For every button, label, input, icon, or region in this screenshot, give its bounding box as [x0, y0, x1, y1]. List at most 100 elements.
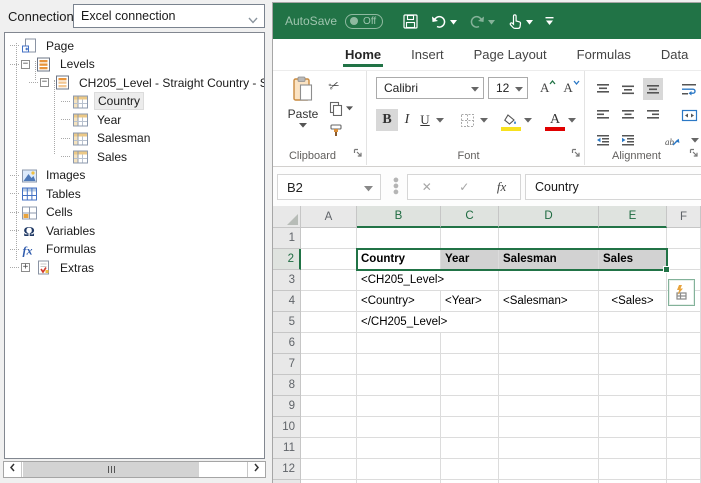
- cell-E9[interactable]: [599, 396, 667, 417]
- cell-C6[interactable]: [441, 333, 499, 354]
- formula-bar-splitter[interactable]: ● ● ●: [392, 175, 400, 198]
- tree-horizontal-scrollbar[interactable]: [3, 461, 266, 478]
- wrap-text-button[interactable]: [676, 78, 701, 100]
- cell-E7[interactable]: [599, 354, 667, 375]
- row-header-2[interactable]: 2: [273, 249, 301, 270]
- cell-D3[interactable]: [499, 270, 599, 291]
- paste-button[interactable]: Paste: [281, 76, 325, 146]
- scrollbar-thumb[interactable]: [23, 462, 199, 477]
- cell-A12[interactable]: [301, 459, 357, 480]
- cell-B8[interactable]: [357, 375, 441, 396]
- cell-F1[interactable]: [667, 228, 701, 249]
- tree-item-variables[interactable]: Ω Variables: [5, 221, 264, 240]
- tree-item-extras[interactable]: + Extras: [5, 258, 264, 277]
- cell-A3[interactable]: [301, 270, 357, 291]
- cell-D9[interactable]: [499, 396, 599, 417]
- cell-A9[interactable]: [301, 396, 357, 417]
- cell-A11[interactable]: [301, 438, 357, 459]
- cell-C9[interactable]: [441, 396, 499, 417]
- undo-button[interactable]: [426, 12, 462, 31]
- tab-home[interactable]: Home: [343, 41, 384, 70]
- font-name-select[interactable]: Calibri: [376, 77, 484, 99]
- quick-analysis-button[interactable]: [668, 279, 695, 306]
- tree-item-images[interactable]: Images: [5, 166, 264, 185]
- row-header-1[interactable]: 1: [273, 228, 301, 249]
- name-box[interactable]: B2: [277, 174, 381, 200]
- fill-handle[interactable]: [663, 266, 670, 273]
- cell-B10[interactable]: [357, 417, 441, 438]
- cell-D5[interactable]: [499, 312, 599, 333]
- row-header-5[interactable]: 5: [273, 312, 301, 333]
- row-header-3[interactable]: 3: [273, 270, 301, 291]
- cell-E10[interactable]: [599, 417, 667, 438]
- cell-E11[interactable]: [599, 438, 667, 459]
- formula-bar-input[interactable]: Country: [525, 174, 701, 200]
- select-all-corner[interactable]: [273, 206, 301, 228]
- italic-button[interactable]: I: [398, 109, 416, 131]
- merge-center-button[interactable]: [676, 104, 701, 126]
- cell-B4[interactable]: <Country>: [357, 291, 441, 312]
- cell-B7[interactable]: [357, 354, 441, 375]
- cell-D4[interactable]: <Salesman>: [499, 291, 599, 312]
- cell-F6[interactable]: [667, 333, 701, 354]
- tab-data[interactable]: Data: [659, 41, 690, 70]
- cell-E2[interactable]: Sales: [599, 249, 667, 270]
- bold-button[interactable]: B: [376, 109, 398, 131]
- cell-F11[interactable]: [667, 438, 701, 459]
- fill-color-button[interactable]: [500, 109, 522, 131]
- cell-B9[interactable]: [357, 396, 441, 417]
- underline-button[interactable]: U: [416, 109, 434, 131]
- connection-select[interactable]: Excel connection: [73, 4, 265, 28]
- format-painter-button[interactable]: [329, 123, 353, 138]
- customize-quick-access-toolbar-button[interactable]: [540, 14, 559, 28]
- cell-A7[interactable]: [301, 354, 357, 375]
- borders-button[interactable]: [456, 109, 478, 131]
- cell-A10[interactable]: [301, 417, 357, 438]
- cell-B6[interactable]: [357, 333, 441, 354]
- cell-C2[interactable]: Year: [441, 249, 499, 270]
- cell-A5[interactable]: [301, 312, 357, 333]
- cell-A2[interactable]: [301, 249, 357, 270]
- row-header-4[interactable]: 4: [273, 291, 301, 312]
- cell-E8[interactable]: [599, 375, 667, 396]
- column-header-B[interactable]: B: [357, 206, 441, 228]
- column-header-A[interactable]: A: [301, 206, 357, 228]
- cell-B11[interactable]: [357, 438, 441, 459]
- cell-D12[interactable]: [499, 459, 599, 480]
- alignment-dialog-launcher[interactable]: [689, 147, 699, 161]
- increase-font-size-button[interactable]: A: [540, 77, 556, 99]
- cell-E3[interactable]: [599, 270, 667, 291]
- cell-C8[interactable]: [441, 375, 499, 396]
- cell-C12[interactable]: [441, 459, 499, 480]
- decrease-font-size-button[interactable]: A: [563, 77, 580, 99]
- font-color-caret[interactable]: [566, 109, 578, 131]
- copy-button[interactable]: [329, 101, 353, 116]
- clipboard-dialog-launcher[interactable]: [353, 147, 363, 161]
- tab-formulas[interactable]: Formulas: [575, 41, 633, 70]
- fill-color-caret[interactable]: [522, 109, 534, 131]
- row-header-11[interactable]: 11: [273, 438, 301, 459]
- cell-C1[interactable]: [441, 228, 499, 249]
- cancel-button[interactable]: ✕: [422, 180, 432, 194]
- cell-A4[interactable]: [301, 291, 357, 312]
- scrollbar-track[interactable]: [22, 462, 247, 477]
- font-size-select[interactable]: 12: [488, 77, 528, 99]
- row-header-7[interactable]: 7: [273, 354, 301, 375]
- underline-options-caret[interactable]: [434, 109, 446, 131]
- cell-B1[interactable]: [357, 228, 441, 249]
- align-center-button[interactable]: [618, 104, 638, 126]
- tree-item-ch205-level-straight-country-sale[interactable]: − CH205_Level - Straight Country - Sale: [5, 73, 264, 92]
- row-header-8[interactable]: 8: [273, 375, 301, 396]
- cell-B5[interactable]: </CH205_Level>: [357, 312, 454, 333]
- autosave-toggle[interactable]: Off: [345, 13, 384, 29]
- align-right-button[interactable]: [643, 104, 663, 126]
- collapse-icon[interactable]: −: [21, 59, 30, 69]
- tree-item-cells[interactable]: Cells: [5, 203, 264, 222]
- tree-item-sales[interactable]: Sales: [5, 147, 264, 166]
- tree-item-page[interactable]: Page: [5, 36, 264, 55]
- cell-F12[interactable]: [667, 459, 701, 480]
- row-header-9[interactable]: 9: [273, 396, 301, 417]
- touch-mouse-mode-button[interactable]: [502, 11, 538, 32]
- tree-item-formulas[interactable]: fx Formulas: [5, 240, 264, 259]
- tree-item-levels[interactable]: − Levels: [5, 55, 264, 74]
